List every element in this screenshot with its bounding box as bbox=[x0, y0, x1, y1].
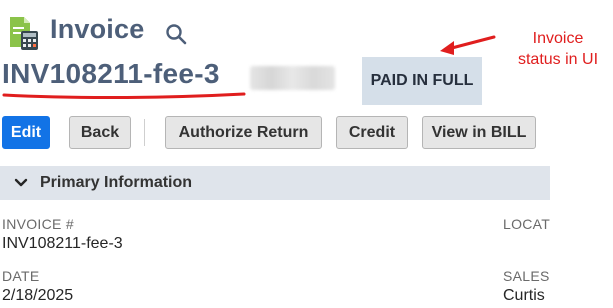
date-label: DATE bbox=[2, 268, 40, 284]
page-title: Invoice bbox=[50, 14, 145, 44]
toolbar-divider bbox=[144, 119, 145, 146]
invoice-number: INV108211-fee-3 bbox=[2, 58, 220, 89]
back-button[interactable]: Back bbox=[69, 116, 131, 149]
location-label: LOCAT bbox=[503, 216, 551, 232]
red-underline-annotation bbox=[2, 92, 246, 99]
red-arrow-annotation bbox=[440, 35, 496, 55]
credit-button[interactable]: Credit bbox=[336, 116, 408, 149]
annotation-text: Invoice status in UI bbox=[508, 28, 608, 70]
authorize-return-button[interactable]: Authorize Return bbox=[165, 116, 322, 149]
status-badge: PAID IN FULL bbox=[362, 57, 482, 105]
annotation-line-1: Invoice bbox=[532, 30, 584, 47]
invoice-calculator-icon bbox=[10, 17, 38, 50]
sales-rep-label: SALES bbox=[503, 268, 550, 284]
chevron-down-icon bbox=[14, 178, 28, 187]
sales-rep-value: Curtis bbox=[503, 287, 545, 304]
view-in-bill-button[interactable]: View in BILL bbox=[422, 116, 536, 149]
section-title: Primary Information bbox=[40, 174, 193, 191]
invoice-number-label: INVOICE # bbox=[2, 216, 74, 232]
date-value: 2/18/2025 bbox=[2, 287, 74, 304]
edit-button[interactable]: Edit bbox=[2, 116, 50, 149]
redacted-text bbox=[250, 66, 335, 90]
invoice-number-value: INV108211-fee-3 bbox=[2, 235, 123, 252]
search-icon[interactable] bbox=[165, 23, 187, 45]
annotation-line-2: status in UI bbox=[517, 51, 599, 68]
primary-information-section-header[interactable]: Primary Information bbox=[0, 166, 550, 200]
